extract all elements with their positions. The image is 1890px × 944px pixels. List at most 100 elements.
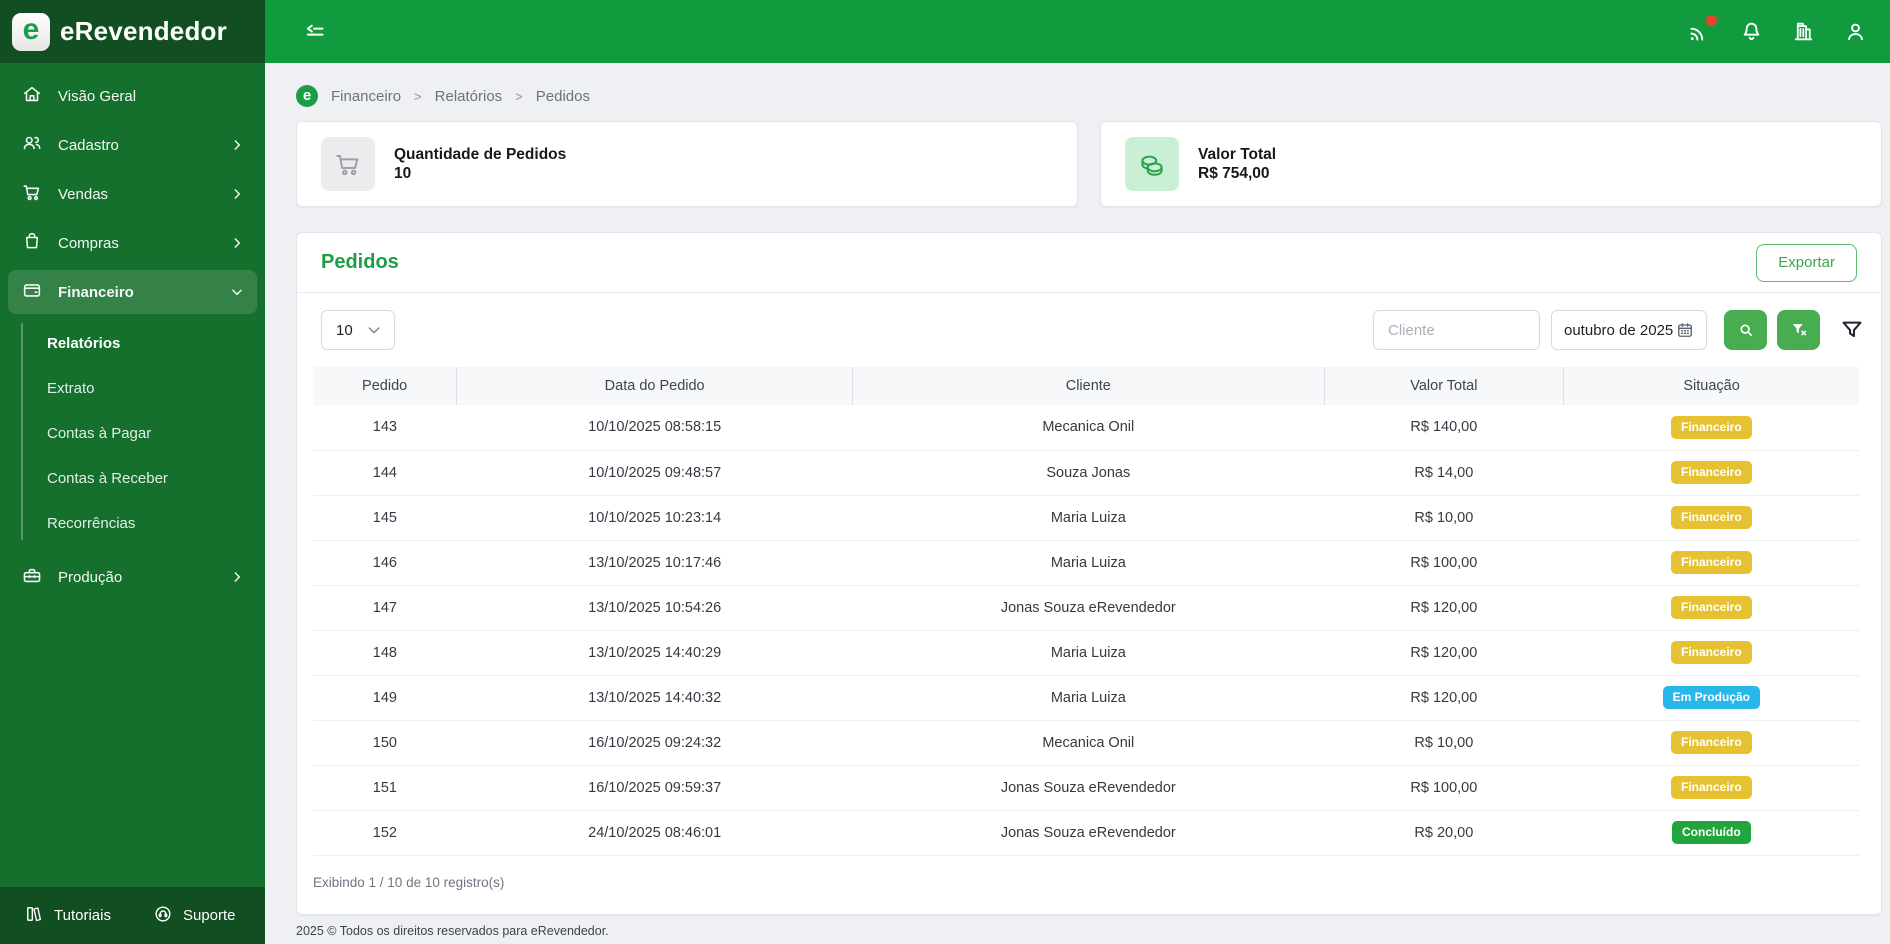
tutoriais-link[interactable]: Tutoriais xyxy=(24,904,111,928)
table-row[interactable]: 151 16/10/2025 09:59:37 Jonas Souza eRev… xyxy=(313,765,1859,811)
chevron-down-icon xyxy=(230,285,244,299)
breadcrumb-item-pedidos[interactable]: Pedidos xyxy=(536,88,590,105)
filter-funnel-icon[interactable] xyxy=(1839,317,1865,343)
table-row[interactable]: 148 13/10/2025 14:40:29 Maria Luiza R$ 1… xyxy=(313,630,1859,676)
table-row[interactable]: 149 13/10/2025 14:40:32 Maria Luiza R$ 1… xyxy=(313,675,1859,721)
cell-pedido: 148 xyxy=(313,630,457,676)
collapse-menu-icon[interactable] xyxy=(300,18,327,45)
cell-situacao: Financeiro xyxy=(1563,630,1859,676)
summary-cards: Quantidade de Pedidos 10 Valor Total R$ … xyxy=(296,121,1882,207)
table-row[interactable]: 146 13/10/2025 10:17:46 Maria Luiza R$ 1… xyxy=(313,540,1859,586)
card-title: Valor Total xyxy=(1198,145,1277,163)
period-picker[interactable]: outubro de 2025 xyxy=(1551,310,1707,350)
column-header-valor[interactable]: Valor Total xyxy=(1324,367,1565,405)
sidebar-item-cadastro[interactable]: Cadastro xyxy=(8,123,257,167)
cell-situacao: Em Produção xyxy=(1563,675,1859,721)
submenu-item-recorrencias[interactable]: Recorrências xyxy=(0,501,265,546)
cell-cliente: Mecanica Onil xyxy=(852,405,1325,451)
cell-pedido: 143 xyxy=(313,405,457,451)
chevron-right-icon xyxy=(230,570,244,584)
status-badge: Em Produção xyxy=(1662,685,1761,710)
cell-pedido: 150 xyxy=(313,720,457,766)
submenu-item-contas-a-receber[interactable]: Contas à Receber xyxy=(0,456,265,501)
submenu-item-contas-a-pagar[interactable]: Contas à Pagar xyxy=(0,411,265,456)
breadcrumb-logo-icon: e xyxy=(296,85,318,107)
column-header-data[interactable]: Data do Pedido xyxy=(456,367,854,405)
search-button[interactable] xyxy=(1724,310,1767,350)
breadcrumb-item-financeiro[interactable]: Financeiro xyxy=(331,88,401,105)
table-row[interactable]: 143 10/10/2025 08:58:15 Mecanica Onil R$… xyxy=(313,405,1859,451)
status-badge: Concluído xyxy=(1672,820,1751,845)
sidebar-item-vendas[interactable]: Vendas xyxy=(8,172,257,216)
brand-logo-icon: e xyxy=(12,12,50,51)
cell-data-pedido: 10/10/2025 10:23:14 xyxy=(456,495,853,541)
export-button[interactable]: Exportar xyxy=(1756,243,1857,282)
client-filter-input[interactable] xyxy=(1373,310,1540,350)
sidebar-item-label: Compras xyxy=(58,234,119,252)
cell-cliente: Mecanica Onil xyxy=(852,720,1325,766)
brand-name: eRevendedor xyxy=(60,16,227,46)
sidebar-item-financeiro[interactable]: Financeiro xyxy=(8,270,257,314)
cell-pedido: 146 xyxy=(313,540,457,586)
column-header-pedido[interactable]: Pedido xyxy=(313,367,458,405)
submenu-item-relatorios[interactable]: Relatórios xyxy=(0,321,265,366)
suporte-link[interactable]: Suporte xyxy=(153,904,236,928)
card-text: Valor Total R$ 754,00 xyxy=(1198,146,1276,183)
brand[interactable]: e eRevendedor xyxy=(0,0,265,63)
table-row[interactable]: 145 10/10/2025 10:23:14 Maria Luiza R$ 1… xyxy=(313,495,1859,541)
cell-data-pedido: 13/10/2025 14:40:29 xyxy=(456,630,853,676)
page-size-select[interactable]: 10 xyxy=(321,310,395,350)
signal-icon[interactable] xyxy=(1686,14,1717,45)
card-value: R$ 754,00 xyxy=(1198,164,1270,182)
breadcrumb-item-relatorios[interactable]: Relatórios xyxy=(435,88,503,105)
status-badge: Financeiro xyxy=(1670,505,1752,530)
cell-cliente: Jonas Souza eRevendedor xyxy=(852,765,1325,811)
filter-row: 10 outubro de 2025 xyxy=(297,293,1881,367)
topbar xyxy=(265,0,1890,63)
column-header-cliente[interactable]: Cliente xyxy=(852,367,1325,405)
table-row[interactable]: 150 16/10/2025 09:24:32 Mecanica Onil R$… xyxy=(313,720,1859,766)
column-header-situacao[interactable]: Situação xyxy=(1563,367,1859,405)
cell-data-pedido: 16/10/2025 09:59:37 xyxy=(456,765,853,811)
card-quantidade-pedidos: Quantidade de Pedidos 10 xyxy=(296,121,1078,207)
table-row[interactable]: 144 10/10/2025 09:48:57 Souza Jonas R$ 1… xyxy=(313,450,1859,496)
cart-icon xyxy=(321,137,375,191)
records-count: Exibindo 1 / 10 de 10 registro(s) xyxy=(313,874,505,890)
sidebar-footer: Tutoriais Suporte xyxy=(0,887,265,944)
bell-icon[interactable] xyxy=(1739,19,1764,44)
chevron-right-icon xyxy=(230,187,244,201)
topbar-actions xyxy=(1686,14,1868,45)
clear-filter-button[interactable] xyxy=(1777,310,1820,350)
cell-cliente: Maria Luiza xyxy=(852,540,1325,586)
card-value: 10 xyxy=(394,164,412,182)
cell-situacao: Financeiro xyxy=(1563,585,1859,631)
status-badge: Financeiro xyxy=(1670,415,1752,439)
cell-data-pedido: 13/10/2025 10:54:26 xyxy=(456,585,853,631)
cell-valor-total: R$ 20,00 xyxy=(1324,810,1564,856)
chevron-right-icon xyxy=(230,236,244,250)
submenu-item-extrato[interactable]: Extrato xyxy=(0,366,265,411)
user-icon[interactable] xyxy=(1843,19,1868,44)
sidebar-item-visao-geral[interactable]: Visão Geral xyxy=(8,74,257,118)
orders-table-head: Pedido Data do Pedido Cliente Valor Tota… xyxy=(313,367,1859,405)
sidebar-item-compras[interactable]: Compras xyxy=(8,221,257,265)
cell-situacao: Financeiro xyxy=(1563,720,1859,766)
breadcrumb-separator: > xyxy=(515,88,523,104)
cell-cliente: Souza Jonas xyxy=(852,450,1325,496)
notification-dot xyxy=(1706,14,1717,26)
page-content: e Financeiro > Relatórios > Pedidos Quan… xyxy=(265,63,1890,944)
copyright: 2025 © Todos os direitos reservados para… xyxy=(296,924,609,938)
status-badge: Financeiro xyxy=(1670,730,1752,755)
cell-valor-total: R$ 100,00 xyxy=(1324,540,1564,586)
status-badge: Financeiro xyxy=(1670,595,1752,620)
breadcrumb: e Financeiro > Relatórios > Pedidos xyxy=(296,85,1882,107)
building-icon[interactable] xyxy=(1791,19,1816,44)
sidebar-item-producao[interactable]: Produção xyxy=(8,555,257,599)
cell-pedido: 151 xyxy=(313,765,457,811)
orders-panel: Pedidos Exportar 10 outubro de 2025 xyxy=(296,232,1882,915)
status-badge: Financeiro xyxy=(1670,460,1752,485)
books-icon xyxy=(24,904,44,928)
table-row[interactable]: 152 24/10/2025 08:46:01 Jonas Souza eRev… xyxy=(313,810,1859,856)
panel-header: Pedidos Exportar xyxy=(297,233,1881,293)
table-row[interactable]: 147 13/10/2025 10:54:26 Jonas Souza eRev… xyxy=(313,585,1859,631)
